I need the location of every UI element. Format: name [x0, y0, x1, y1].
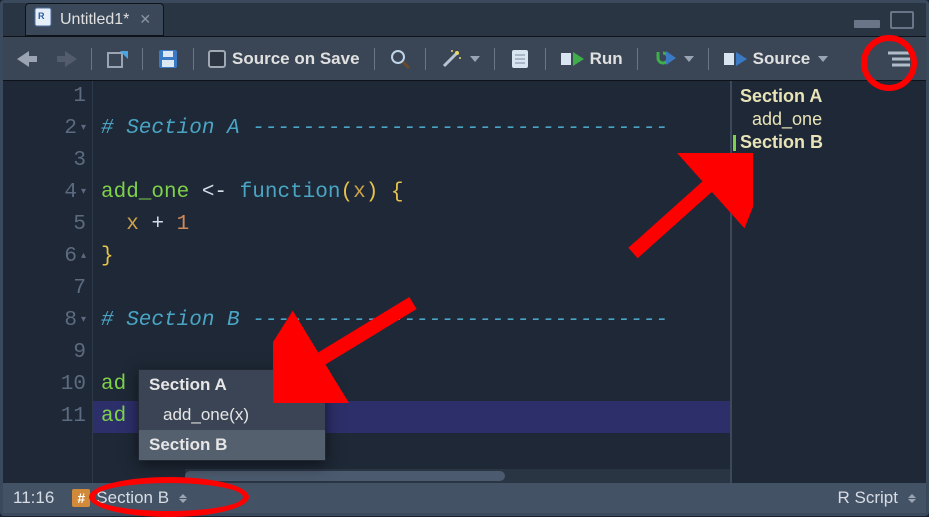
fold-icon: ▴ — [81, 241, 86, 273]
source-button[interactable]: Source — [717, 44, 835, 74]
popup-item[interactable]: Section B — [139, 430, 325, 460]
outline-item[interactable]: Section A — [732, 85, 926, 108]
popup-item-label: Section A — [149, 375, 227, 394]
section-navigator-label: Section B — [96, 488, 169, 508]
svg-text:R: R — [38, 11, 45, 21]
toolbar-separator — [545, 48, 546, 70]
editor-toolbar: Source on Save Run Source — [3, 37, 926, 81]
toolbar-separator — [637, 48, 638, 70]
outline-item-label: add_one — [752, 109, 822, 130]
show-in-new-window-button[interactable] — [100, 44, 134, 74]
popup-item-label: add_one(x) — [163, 405, 249, 424]
popout-icon — [106, 49, 128, 69]
cursor-position: 11:16 — [13, 488, 54, 508]
find-replace-button[interactable] — [383, 44, 417, 74]
toolbar-separator — [425, 48, 426, 70]
checkbox-icon — [208, 50, 226, 68]
document-outline: Section A add_one Section B — [730, 81, 926, 483]
toolbar-separator — [494, 48, 495, 70]
tab-strip: R Untitled1* ✕ — [3, 3, 926, 37]
source-label: Source — [753, 49, 811, 69]
toolbar-separator — [142, 48, 143, 70]
popup-item-label: Section B — [149, 435, 227, 454]
toolbar-separator — [374, 48, 375, 70]
nav-back-button[interactable] — [11, 44, 45, 74]
toolbar-separator — [708, 48, 709, 70]
fold-icon: ▾ — [81, 177, 86, 209]
status-bar: 11:16 # Section B R Script — [3, 483, 926, 513]
source-tab[interactable]: R Untitled1* ✕ — [25, 3, 164, 36]
compile-report-button[interactable] — [503, 44, 537, 74]
close-tab-icon[interactable]: ✕ — [137, 11, 153, 28]
outline-item[interactable]: Section B — [732, 131, 926, 154]
save-button[interactable] — [151, 44, 185, 74]
section-hash-icon: # — [72, 489, 90, 507]
line-gutter: 1 2▾ 3 4▾ 5 6▴ 7 8▾ 9 10 11 — [3, 81, 93, 483]
chevron-down-icon — [818, 56, 828, 62]
search-icon — [389, 48, 411, 70]
updown-icon — [908, 494, 916, 503]
source-icon — [723, 49, 747, 69]
run-icon — [560, 49, 584, 69]
fold-icon: ▾ — [81, 113, 86, 145]
maximize-pane-button[interactable] — [890, 11, 914, 29]
source-on-save-toggle[interactable]: Source on Save — [202, 44, 366, 74]
code-text: # Section A ----------------------------… — [101, 117, 668, 140]
wand-icon — [440, 48, 462, 70]
code-tools-button[interactable] — [434, 44, 486, 74]
outline-item[interactable]: add_one — [732, 108, 926, 131]
save-icon — [157, 48, 179, 70]
arrow-left-icon — [17, 51, 39, 67]
pane-window-controls — [854, 11, 926, 29]
updown-icon — [179, 494, 187, 503]
fold-icon: ▾ — [81, 305, 86, 337]
outline-item-label: Section A — [740, 86, 822, 107]
r-file-icon: R — [34, 7, 52, 32]
code-text: # Section B ----------------------------… — [101, 309, 668, 332]
run-button[interactable]: Run — [554, 44, 629, 74]
outline-item-label: Section B — [740, 132, 823, 153]
section-popup: Section A add_one(x) Section B — [138, 369, 326, 461]
language-label: R Script — [838, 488, 898, 508]
rerun-button[interactable] — [646, 44, 700, 74]
editor-pane[interactable]: 1 2▾ 3 4▾ 5 6▴ 7 8▾ 9 10 11 # Section A … — [3, 81, 730, 483]
language-selector[interactable]: R Script — [838, 488, 916, 508]
arrow-right-icon — [55, 51, 77, 67]
source-on-save-label: Source on Save — [232, 49, 360, 69]
rerun-icon — [652, 48, 676, 70]
toolbar-separator — [91, 48, 92, 70]
section-navigator[interactable]: # Section B — [72, 488, 187, 508]
outline-icon — [886, 49, 912, 69]
nav-forward-button[interactable] — [49, 44, 83, 74]
tab-title: Untitled1* — [60, 11, 129, 29]
chevron-down-icon — [684, 56, 694, 62]
toolbar-separator — [193, 48, 194, 70]
chevron-down-icon — [470, 56, 480, 62]
toggle-outline-button[interactable] — [880, 44, 918, 74]
horizontal-scrollbar[interactable] — [185, 469, 730, 483]
popup-item[interactable]: add_one(x) — [139, 400, 325, 430]
notebook-icon — [509, 48, 531, 70]
run-label: Run — [590, 49, 623, 69]
minimize-pane-button[interactable] — [854, 20, 880, 28]
popup-item[interactable]: Section A — [139, 370, 325, 400]
